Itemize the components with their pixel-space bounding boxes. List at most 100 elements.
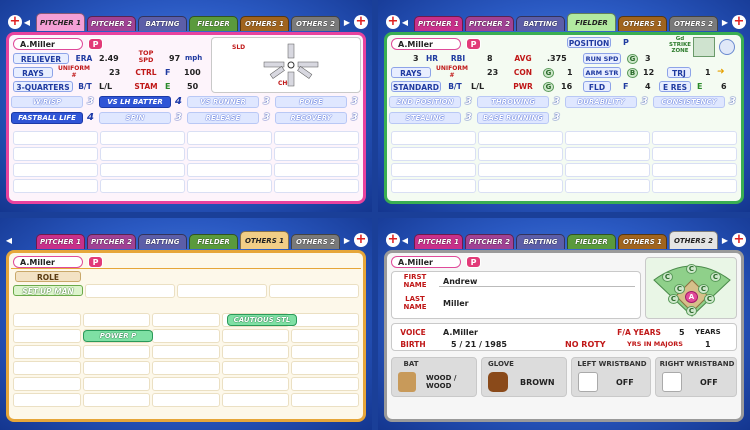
tab-bar: PITCHER 1 PITCHER 2 BATTING FIELDER OTHE… xyxy=(0,231,372,250)
special-row xyxy=(13,313,359,327)
tab-others2[interactable]: OTHERS 2 xyxy=(291,234,340,249)
bt-label: B/T xyxy=(448,82,462,91)
ability-recovery[interactable]: RECOVERY xyxy=(275,112,347,124)
tab-pitcher1[interactable]: PITCHER 1 xyxy=(36,234,85,249)
right-arrow-icon[interactable]: ▶ xyxy=(342,18,352,28)
field-pos-2b: C xyxy=(698,284,709,294)
first-name-value[interactable]: Andrew xyxy=(443,277,477,286)
right-wristband-box[interactable]: RIGHT WRISTBAND OFF xyxy=(655,357,737,397)
ability-stealing[interactable]: STEALING xyxy=(389,112,461,124)
glove-icon xyxy=(488,372,508,392)
runspd-value: 3 xyxy=(645,54,651,63)
tab-pitcher1[interactable]: PITCHER 1 xyxy=(36,13,85,31)
header-divider xyxy=(11,268,361,269)
special-row xyxy=(13,345,359,359)
armstr-value: 12 xyxy=(643,68,655,77)
tab-pitcher2[interactable]: PITCHER 2 xyxy=(465,16,514,31)
player-name: A.Miller xyxy=(13,256,83,268)
tab-others1[interactable]: OTHERS 1 xyxy=(618,234,667,249)
others2-panel: A.Miller P FIRST NAME Andrew LAST NAME M… xyxy=(384,250,744,422)
ability-level: 3 xyxy=(175,112,182,123)
ability-2nd-position[interactable]: 2ND POSITION xyxy=(389,96,461,108)
tab-pitcher1[interactable]: PITCHER 1 xyxy=(414,234,463,249)
right-arrow-icon[interactable]: ▶ xyxy=(342,236,352,246)
era-label: ERA xyxy=(75,54,93,63)
tab-others2[interactable]: OTHERS 2 xyxy=(669,16,718,31)
right-arrow-icon[interactable]: ▶ xyxy=(720,18,730,28)
yrs-majors-label: YRS IN MAJORS xyxy=(627,340,683,348)
position-badge: P xyxy=(88,38,103,50)
next-player-plus-icon[interactable]: + xyxy=(732,15,746,29)
fld-grade: F xyxy=(623,82,629,91)
pwr-value: 16 xyxy=(561,82,573,91)
field-pos-c: C xyxy=(686,306,697,316)
ability-base-running[interactable]: BASE RUNNING xyxy=(477,112,549,124)
glove-box[interactable]: GLOVE BROWN xyxy=(481,357,567,397)
ability-wrisp[interactable]: W/RISP xyxy=(11,96,83,108)
position-label: POSITION xyxy=(567,37,611,48)
position-badge: P xyxy=(88,256,103,268)
ability-fastball-life[interactable]: FASTBALL LIFE xyxy=(11,112,83,124)
voice-value[interactable]: A.Miller xyxy=(443,328,478,337)
tab-fielder[interactable]: FIELDER xyxy=(567,234,616,249)
con-label: CON xyxy=(513,68,533,77)
right-arrow-icon[interactable]: ▶ xyxy=(720,236,730,246)
empty-ability-row xyxy=(13,179,359,193)
empty-ability-row xyxy=(13,163,359,177)
role-value: RELIEVER xyxy=(13,53,69,64)
tab-others1[interactable]: OTHERS 1 xyxy=(240,231,289,249)
ability-durability[interactable]: DURABILITY xyxy=(565,96,637,108)
next-player-plus-icon[interactable]: + xyxy=(354,15,368,29)
tab-fielder[interactable]: FIELDER xyxy=(567,13,616,31)
left-wristband-box[interactable]: LEFT WRISTBAND OFF xyxy=(571,357,651,397)
special-row xyxy=(13,377,359,391)
field-pos-p-main: A xyxy=(685,291,698,303)
tab-batting[interactable]: BATTING xyxy=(516,234,565,249)
ability-release[interactable]: RELEASE xyxy=(187,112,259,124)
field-pos-lf: C xyxy=(662,272,673,282)
tab-pitcher2[interactable]: PITCHER 2 xyxy=(87,16,136,31)
tab-batting[interactable]: BATTING xyxy=(138,16,187,31)
uniform-value: 23 xyxy=(487,68,499,77)
ctrl-value: 100 xyxy=(184,68,201,77)
special-power-p[interactable]: POWER P xyxy=(83,330,153,342)
ability-vs-lh-batter[interactable]: VS LH BATTER xyxy=(99,96,171,108)
special-row xyxy=(13,393,359,407)
field-pos-rf: C xyxy=(710,272,721,282)
ability-poise[interactable]: POISE xyxy=(275,96,347,108)
ability-throwing[interactable]: THROWING xyxy=(477,96,549,108)
ability-consistency[interactable]: CONSISTENCY xyxy=(653,96,725,108)
ability-level: 3 xyxy=(351,96,358,107)
others2-screen: + ◀ PITCHER 1 PITCHER 2 BATTING FIELDER … xyxy=(378,218,750,430)
others1-panel: A.Miller P ROLE SET-UP MAN CAUTIOUS STL … xyxy=(6,250,366,422)
left-wristband-label: LEFT WRISTBAND xyxy=(577,360,647,368)
field-position-diagram: C C C C C C C C A xyxy=(645,257,737,319)
tab-fielder[interactable]: FIELDER xyxy=(189,16,238,31)
last-name-value[interactable]: Miller xyxy=(443,299,469,308)
ability-spin[interactable]: SPIN xyxy=(99,112,171,124)
next-player-plus-icon[interactable]: + xyxy=(732,233,746,247)
bat-box[interactable]: BAT WOOD / WOOD xyxy=(391,357,477,397)
tab-fielder[interactable]: FIELDER xyxy=(189,234,238,249)
left-wristband-swatch xyxy=(578,372,598,392)
pitcher1-panel: A.Miller P RELIEVER ERA 2.49 TOP SPD 97 … xyxy=(6,32,366,204)
tab-pitcher1[interactable]: PITCHER 1 xyxy=(414,16,463,31)
next-player-plus-icon[interactable]: + xyxy=(354,233,368,247)
tab-others2[interactable]: OTHERS 2 xyxy=(669,231,718,249)
tab-others1[interactable]: OTHERS 1 xyxy=(240,16,289,31)
tab-pitcher2[interactable]: PITCHER 2 xyxy=(465,234,514,249)
bat-value: WOOD / WOOD xyxy=(426,374,457,390)
ability-vs-runner[interactable]: VS RUNNER xyxy=(187,96,259,108)
avg-value: .375 xyxy=(547,54,567,63)
ctrl-grade: F xyxy=(165,68,171,77)
tab-others2[interactable]: OTHERS 2 xyxy=(291,16,340,31)
tab-batting[interactable]: BATTING xyxy=(516,16,565,31)
special-cautious-stl[interactable]: CAUTIOUS STL xyxy=(227,314,297,326)
field-pos-1b: C xyxy=(704,294,715,304)
tab-batting[interactable]: BATTING xyxy=(138,234,187,249)
tab-others1[interactable]: OTHERS 1 xyxy=(618,16,667,31)
role-value[interactable]: SET-UP MAN xyxy=(13,285,83,296)
pwr-grade: G xyxy=(543,82,554,92)
tab-pitcher2[interactable]: PITCHER 2 xyxy=(87,234,136,249)
ability-level: 3 xyxy=(351,112,358,123)
